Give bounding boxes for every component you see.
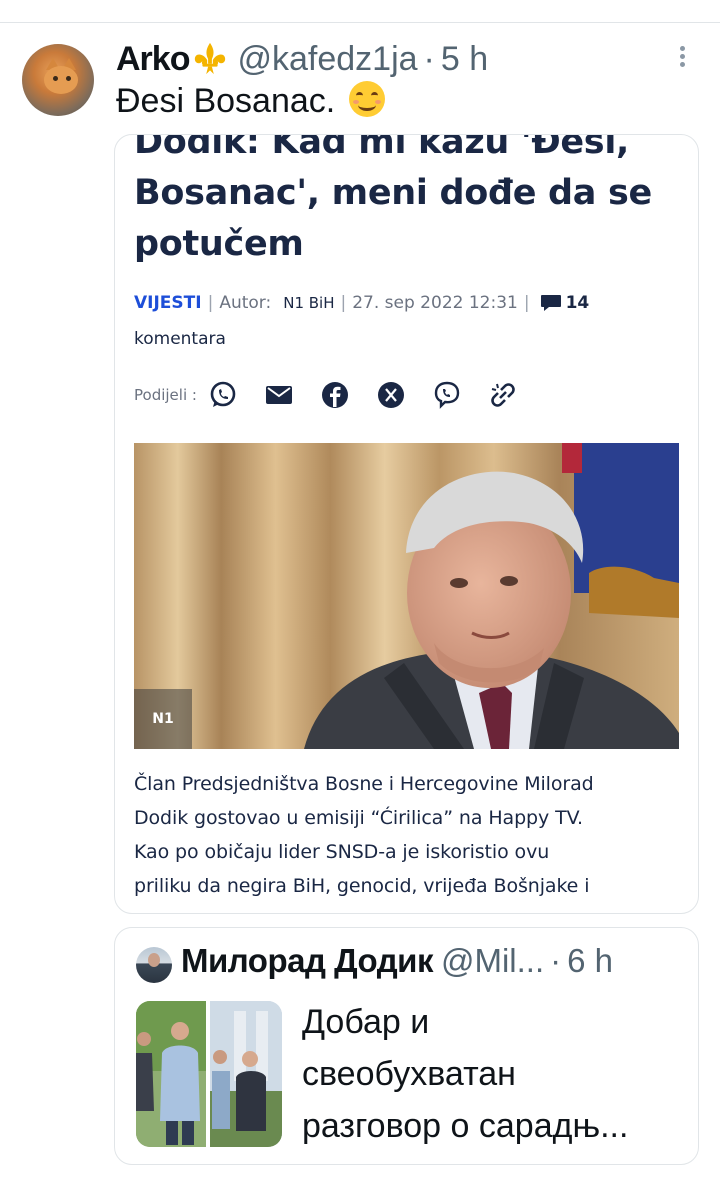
share-label: Podijeli :: [134, 386, 197, 404]
article-card[interactable]: Dodik: Kad mi kažu 'Đesi, Bosanac', meni…: [114, 134, 699, 914]
fleur-de-lis-icon: [195, 42, 226, 75]
comments-label: komentara: [134, 329, 226, 349]
facebook-icon[interactable]: [321, 381, 349, 409]
quoted-text-line: свеобухватан: [302, 1055, 516, 1093]
article-photo[interactable]: N1: [134, 443, 679, 749]
tweet-header: Arko @kafedz1ja · 5 h: [116, 37, 488, 81]
top-divider: [0, 22, 720, 23]
tweet-text: Đesi Bosanac.: [116, 81, 385, 121]
timestamp[interactable]: 5 h: [441, 40, 488, 79]
article-body-line: Kao po običaju lider SNSD-a je iskoristi…: [134, 841, 550, 863]
more-options-icon[interactable]: [676, 46, 688, 72]
comment-icon: [540, 295, 561, 311]
link-icon[interactable]: [489, 381, 517, 409]
quoted-tweet-header: Милорад Додик @Mil... · 6 h: [181, 942, 613, 980]
article-category: VIJESTI: [134, 293, 202, 313]
quoted-avatar[interactable]: [136, 947, 172, 983]
whatsapp-icon[interactable]: [209, 381, 237, 409]
avatar[interactable]: [22, 44, 94, 116]
meta-divider: |: [523, 293, 530, 313]
comments-count: 14: [565, 293, 590, 313]
article-body-line: priliku da negira BiH, genocid, vrijeđa …: [134, 875, 590, 897]
quoted-handle[interactable]: @Mil...: [441, 942, 544, 980]
photo-source-badge: N1: [134, 689, 192, 749]
display-name[interactable]: Arko: [116, 40, 190, 79]
meta-divider: |: [207, 293, 214, 313]
quoted-tweet-text: Добар и свеобухватан разговор о сарадњ..…: [302, 996, 682, 1152]
quoted-text-line: разговор о сарадњ...: [302, 1107, 629, 1145]
quoted-photo-1[interactable]: [136, 1001, 206, 1147]
quoted-display-name[interactable]: Милорад Додик: [181, 942, 433, 980]
article-meta: VIJESTI | Autor: N1 BiH | 27. sep 2022 1…: [134, 293, 589, 313]
tweet-text-content: Đesi Bosanac.: [116, 82, 336, 120]
author-label: Autor:: [219, 293, 272, 313]
quoted-photo-2[interactable]: [210, 1001, 282, 1147]
article-author: N1 BiH: [283, 294, 335, 312]
article-body-line: Član Predsjedništva Bosne i Hercegovine …: [134, 773, 594, 795]
x-icon[interactable]: [377, 381, 405, 409]
viber-icon[interactable]: [433, 381, 461, 409]
mail-icon[interactable]: [265, 381, 293, 409]
article-date: 27. sep 2022 12:31: [352, 293, 518, 313]
photo-illustration: [134, 443, 679, 749]
separator-dot: ·: [550, 942, 562, 979]
meta-divider: |: [340, 293, 347, 313]
quoted-tweet[interactable]: Милорад Додик @Mil... · 6 h Добар и свео…: [114, 927, 699, 1165]
article-body: Član Predsjedništva Bosne i Hercegovine …: [134, 767, 679, 903]
article-headline: Dodik: Kad mi kažu 'Đesi, Bosanac', meni…: [134, 134, 652, 264]
quoted-timestamp[interactable]: 6 h: [567, 942, 613, 980]
share-bar: Podijeli :: [134, 381, 545, 409]
separator-dot: ·: [423, 39, 435, 78]
smiling-face-icon: [348, 81, 385, 117]
quoted-text-line: Добар и: [302, 1003, 430, 1041]
article-body-line: Dodik gostovao u emisiji “Ćirilica” na H…: [134, 807, 583, 829]
handle[interactable]: @kafedz1ja: [237, 40, 417, 79]
